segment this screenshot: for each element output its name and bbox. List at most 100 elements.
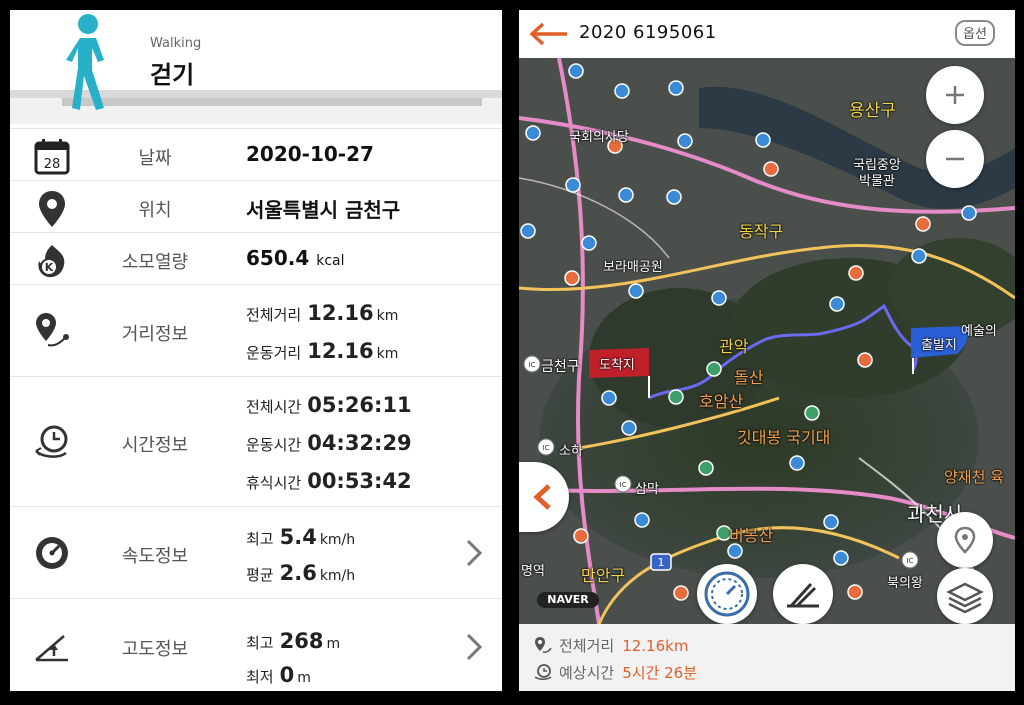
max-speed: 최고 5.4 km/h: [246, 525, 355, 549]
active-time: 운동시간 04:32:29: [246, 431, 412, 455]
active-distance: 운동거리 12.16 km: [246, 339, 398, 363]
max-speed-unit: km/h: [319, 532, 356, 548]
location-pin-icon: [39, 191, 65, 227]
svg-text:IC: IC: [907, 557, 914, 565]
chevron-left-icon: [533, 484, 551, 510]
compass-button[interactable]: [697, 564, 757, 624]
zoom-in-button[interactable]: [926, 66, 984, 124]
calories-row: K 소모열량 650.4 kcal: [10, 232, 502, 285]
max-speed-value: 5.4: [279, 525, 317, 549]
calendar-icon: 28: [34, 139, 70, 175]
map-label-myeongyeok: 명역: [521, 564, 545, 579]
speed-row[interactable]: 속도정보 최고 5.4 km/h 평균 2.6 km/h: [10, 506, 502, 599]
map-label-yongsan: 용산구: [849, 101, 896, 121]
map-label-bibongsan: 비봉산: [729, 526, 774, 545]
distance-label: 거리정보: [121, 324, 189, 345]
time-clock-icon: [534, 664, 552, 680]
avg-speed: 평균 2.6 km/h: [246, 561, 355, 585]
map-label-gitdaebong: 깃대봉 국기대: [737, 428, 831, 447]
max-altitude: 최고 268 m: [246, 629, 340, 653]
time-label: 시간정보: [121, 435, 189, 456]
date-label: 날짜: [138, 148, 172, 169]
summary-time-label: 예상시간: [559, 664, 615, 682]
date-value: 2020-10-27: [246, 142, 374, 166]
active-distance-value: 12.16: [307, 339, 374, 363]
route-title: 2020 6195061: [579, 22, 717, 43]
map-label-hoamsan: 호암산: [699, 392, 744, 411]
walking-summary-panel: Walking 걷기 28 날짜 2020-10-27 위치 서울특별시 금천구…: [10, 10, 502, 691]
summary-distance: 전체거리 12.16km: [533, 635, 688, 656]
chevron-right-icon[interactable]: [464, 538, 484, 568]
map-layers-button[interactable]: [937, 568, 993, 624]
calories-label: 소모열량: [121, 252, 189, 273]
svg-text:IC: IC: [620, 481, 627, 489]
calories-value: 650.4: [246, 246, 310, 270]
road-number: 1: [658, 556, 665, 569]
map-label-boramae: 보라매공원: [603, 260, 663, 275]
header-band-accent: [62, 98, 482, 106]
satellite-map[interactable]: IC IC IC IC 1 용산구 국회의사당 국립중앙 박물관 동작구 보라매공원 …: [519, 58, 1015, 624]
start-flag-label: 출발지: [921, 338, 957, 353]
plus-icon: [946, 86, 964, 104]
minus-icon: [946, 157, 964, 161]
total-distance: 전체거리 12.16 km: [246, 301, 398, 325]
map-top-bar: 2020 6195061 옵션: [519, 10, 1015, 58]
map-label-soha: 소하: [559, 444, 583, 459]
map-label-manan: 만안구: [581, 566, 626, 585]
map-label-gwanak: 관악: [719, 337, 749, 356]
altitude-row[interactable]: 고도정보 최고 268 m 최저 0 m: [10, 598, 502, 691]
location-label: 위치: [138, 200, 172, 221]
map-label-bukui: 북의왕: [887, 576, 923, 591]
svg-text:K: K: [45, 261, 54, 274]
activity-title-en: Walking: [150, 36, 202, 51]
summary-time: 예상시간 5시간 26분: [533, 662, 697, 683]
total-time: 전체시간 05:26:11: [246, 393, 412, 417]
my-location-button[interactable]: [937, 512, 993, 568]
min-altitude-label: 최저: [246, 668, 274, 686]
compass-gauge-icon: [704, 571, 750, 617]
tilt-view-button[interactable]: [773, 564, 833, 624]
panel-toggle-button[interactable]: [519, 462, 569, 532]
svg-text:IC: IC: [529, 361, 536, 369]
map-label-sammak: 삼막: [635, 482, 659, 497]
altitude-slope-icon: [35, 635, 68, 662]
active-distance-unit: km: [376, 346, 399, 362]
activity-header: Walking 걷기: [10, 10, 502, 124]
max-altitude-unit: m: [326, 636, 341, 652]
map-label-museum-line2: 박물관: [859, 174, 895, 189]
min-altitude-value: 0: [279, 663, 295, 687]
end-flag-label: 도착지: [599, 358, 635, 373]
avg-speed-value: 2.6: [279, 561, 317, 585]
total-time-label: 전체시간: [246, 398, 302, 416]
total-distance-value: 12.16: [307, 301, 374, 325]
active-time-label: 운동시간: [246, 436, 302, 454]
distance-pin-icon: [535, 637, 552, 653]
chevron-right-icon[interactable]: [464, 632, 484, 662]
rest-time-label: 휴식시간: [246, 474, 302, 492]
clock-icon: [35, 425, 68, 458]
calendar-day-text: 28: [44, 157, 61, 172]
date-row: 28 날짜 2020-10-27: [10, 128, 502, 181]
map-label-assembly: 국회의사당: [569, 130, 629, 145]
summary-time-value: 5시간 26분: [622, 664, 698, 682]
active-time-value: 04:32:29: [307, 431, 412, 455]
map-label-arts: 예술의: [961, 324, 997, 339]
min-altitude: 최저 0 m: [246, 663, 311, 687]
back-arrow-icon[interactable]: [527, 20, 569, 48]
zoom-out-button[interactable]: [926, 130, 984, 188]
max-altitude-label: 최고: [246, 634, 274, 652]
avg-speed-label: 평균: [246, 566, 274, 584]
speed-label: 속도정보: [121, 546, 189, 567]
layers-icon: [946, 582, 984, 614]
options-button[interactable]: 옵션: [955, 20, 995, 46]
map-label-yangjae: 양재천 육: [944, 468, 1004, 486]
summary-distance-value: 12.16km: [622, 637, 689, 655]
location-row: 위치 서울특별시 금천구: [10, 180, 502, 233]
active-distance-label: 운동거리: [246, 344, 302, 362]
time-row: 시간정보 전체시간 05:26:11 운동시간 04:32:29 휴식시간 00:53…: [10, 376, 502, 507]
altitude-label: 고도정보: [121, 639, 189, 660]
map-label-dolsan: 돌산: [734, 368, 764, 387]
distance-row: 거리정보 전체거리 12.16 km 운동거리 12.16 km: [10, 284, 502, 377]
route-map-panel: 2020 6195061 옵션 IC IC IC IC 1 용산구 국회의사당 …: [519, 10, 1015, 691]
calories-value-group: 650.4 kcal: [246, 246, 345, 270]
